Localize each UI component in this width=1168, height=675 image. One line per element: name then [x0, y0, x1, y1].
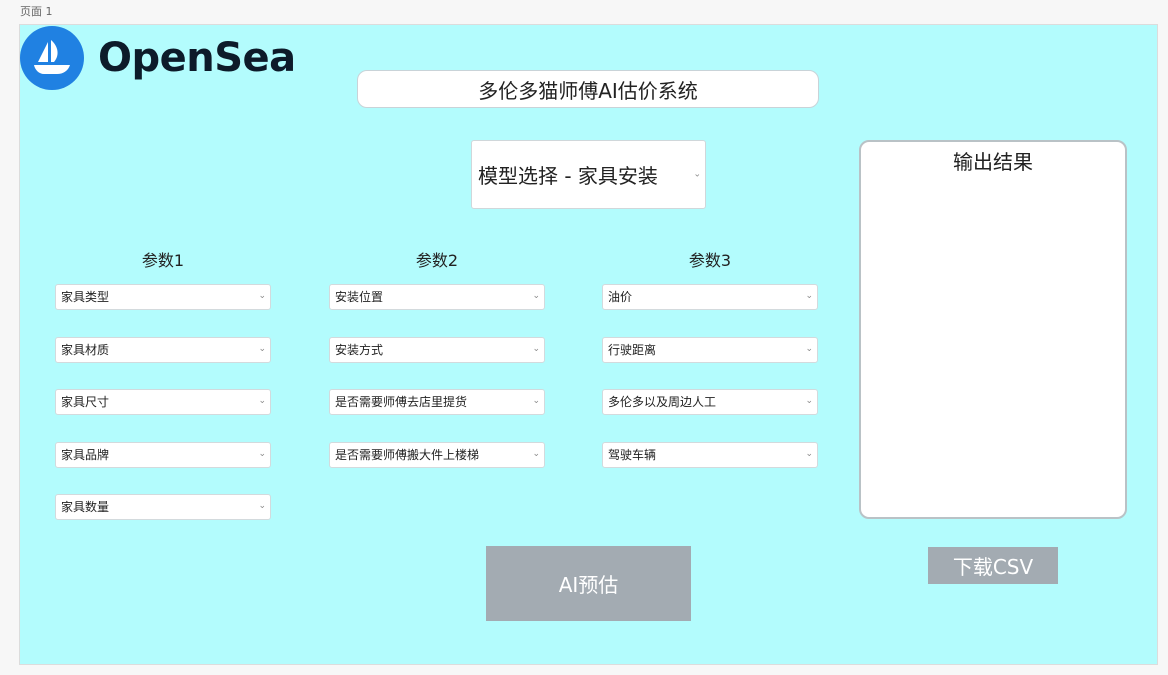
chevron-down-icon: ⌄	[258, 395, 266, 406]
model-select[interactable]: 模型选择 - 家具安装 ⌄	[471, 140, 706, 209]
select-label: 家具尺寸	[61, 395, 110, 409]
chevron-down-icon: ⌄	[693, 169, 701, 179]
select-gas-price[interactable]: 油价 ⌄	[602, 284, 818, 310]
select-label: 是否需要师傅搬大件上楼梯	[335, 448, 480, 462]
chevron-down-icon: ⌄	[805, 290, 813, 301]
download-csv-button[interactable]: 下载CSV	[928, 547, 1058, 584]
select-label: 安装方式	[335, 343, 384, 357]
select-labor-area[interactable]: 多伦多以及周边人工 ⌄	[602, 389, 818, 415]
chevron-down-icon: ⌄	[258, 448, 266, 459]
param3-heading: 参数3	[688, 251, 732, 270]
select-install-method[interactable]: 安装方式 ⌄	[329, 337, 545, 363]
select-furniture-brand[interactable]: 家具品牌 ⌄	[55, 442, 271, 468]
param2-heading: 参数2	[415, 251, 459, 270]
param1-heading: 参数1	[141, 251, 185, 270]
select-label: 家具数量	[61, 500, 110, 514]
select-furniture-type[interactable]: 家具类型 ⌄	[55, 284, 271, 310]
select-label: 是否需要师傅去店里提货	[335, 395, 468, 409]
select-furniture-quantity[interactable]: 家具数量 ⌄	[55, 494, 271, 520]
chevron-down-icon: ⌄	[805, 448, 813, 459]
select-label: 多伦多以及周边人工	[608, 395, 717, 409]
model-select-value: 模型选择 - 家具安装	[478, 164, 658, 188]
select-label: 安装位置	[335, 290, 384, 304]
chevron-down-icon: ⌄	[258, 343, 266, 354]
brand-name: OpenSea	[98, 35, 296, 81]
chevron-down-icon: ⌄	[805, 343, 813, 354]
chevron-down-icon: ⌄	[532, 395, 540, 406]
opensea-sailboat-icon	[20, 26, 84, 90]
select-install-location[interactable]: 安装位置 ⌄	[329, 284, 545, 310]
chevron-down-icon: ⌄	[532, 448, 540, 459]
select-label: 家具类型	[61, 290, 110, 304]
select-label: 家具品牌	[61, 448, 110, 462]
select-carry-upstairs[interactable]: 是否需要师傅搬大件上楼梯 ⌄	[329, 442, 545, 468]
select-label: 驾驶车辆	[608, 448, 657, 462]
page-label: 页面 1	[20, 5, 53, 18]
select-furniture-material[interactable]: 家具材质 ⌄	[55, 337, 271, 363]
chevron-down-icon: ⌄	[805, 395, 813, 406]
brand-logo: OpenSea	[20, 26, 296, 90]
select-label: 行驶距离	[608, 343, 657, 357]
output-panel: 输出结果	[859, 140, 1127, 519]
select-label: 家具材质	[61, 343, 110, 357]
page-title: 多伦多猫师傅AI估价系统	[357, 70, 819, 108]
chevron-down-icon: ⌄	[532, 343, 540, 354]
chevron-down-icon: ⌄	[258, 290, 266, 301]
select-store-pickup[interactable]: 是否需要师傅去店里提货 ⌄	[329, 389, 545, 415]
chevron-down-icon: ⌄	[532, 290, 540, 301]
select-furniture-size[interactable]: 家具尺寸 ⌄	[55, 389, 271, 415]
select-driving-distance[interactable]: 行驶距离 ⌄	[602, 337, 818, 363]
chevron-down-icon: ⌄	[258, 500, 266, 511]
ai-predict-button[interactable]: AI预估	[486, 546, 691, 621]
output-title: 输出结果	[953, 150, 1033, 174]
select-label: 油价	[608, 290, 633, 304]
select-vehicle[interactable]: 驾驶车辆 ⌄	[602, 442, 818, 468]
